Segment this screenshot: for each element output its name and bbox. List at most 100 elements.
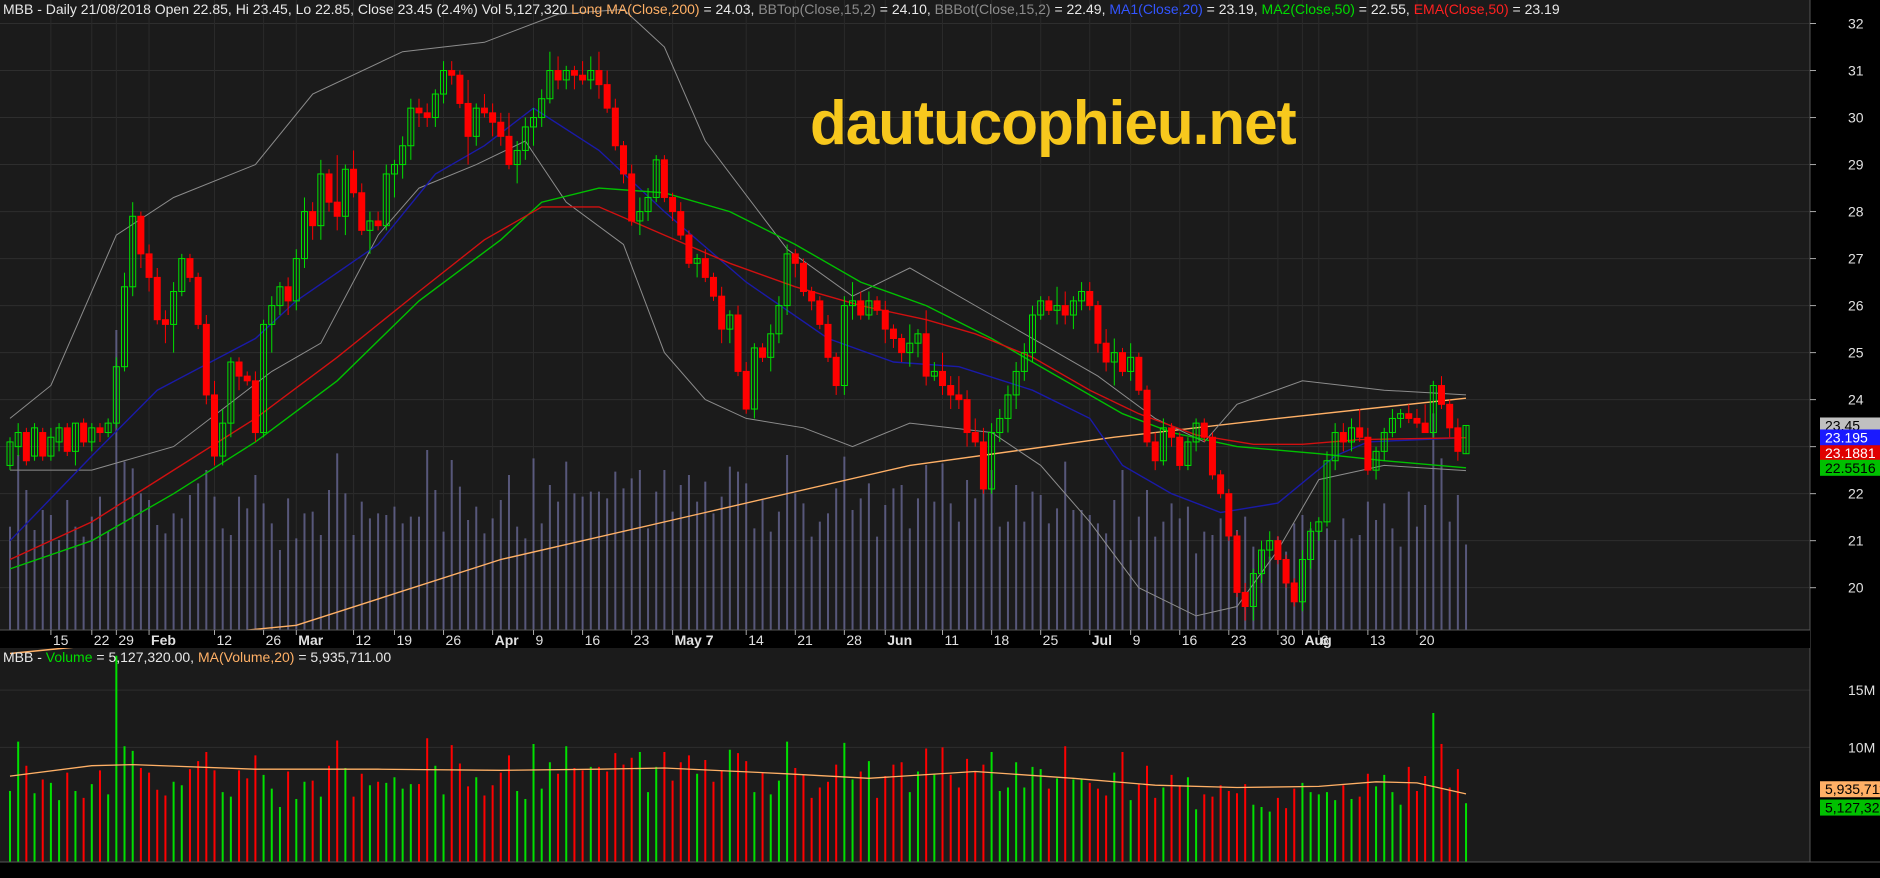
candle-body bbox=[660, 159, 668, 198]
candle-body bbox=[464, 102, 472, 137]
candle-body bbox=[669, 196, 677, 213]
time-tick-label: 16 bbox=[1182, 632, 1198, 648]
header-segment: MA2(Close,50) bbox=[1261, 1, 1355, 17]
header-segment: MA1(Close,20) bbox=[1109, 1, 1203, 17]
candle-body bbox=[1168, 427, 1176, 438]
header-segment: Volume bbox=[45, 649, 93, 665]
candle-body bbox=[816, 300, 824, 325]
time-tick-label: 22 bbox=[94, 632, 110, 648]
candle-body bbox=[799, 262, 807, 292]
time-tick-label: 15 bbox=[53, 632, 69, 648]
time-tick-label: 30 bbox=[1280, 632, 1296, 648]
candle-body bbox=[881, 309, 889, 330]
time-tick-label: 11 bbox=[945, 632, 960, 648]
time-tick-label: 14 bbox=[748, 632, 764, 648]
candle-body bbox=[63, 427, 71, 452]
price-tick-label: 26 bbox=[1848, 298, 1864, 314]
candle-body bbox=[1143, 389, 1151, 443]
candle-body bbox=[1217, 474, 1225, 495]
price-tick-label: 22 bbox=[1848, 486, 1864, 502]
candle-body bbox=[628, 173, 636, 222]
time-tick-label: 9 bbox=[536, 632, 544, 648]
candle-body bbox=[423, 112, 431, 119]
header-segment: MBB - bbox=[3, 649, 46, 665]
candle-body bbox=[1274, 540, 1282, 560]
candle-body bbox=[554, 70, 562, 81]
time-tick-label: 21 bbox=[797, 632, 813, 648]
header-segment: Long MA(Close,200) bbox=[571, 1, 700, 17]
candle-body bbox=[1045, 300, 1053, 311]
price-tick-label: 27 bbox=[1848, 251, 1864, 267]
time-tick-label: 16 bbox=[585, 632, 601, 648]
time-tick-label: 23 bbox=[634, 632, 650, 648]
time-tick-label: 18 bbox=[994, 632, 1010, 648]
header-segment: = 22.49, bbox=[1050, 1, 1110, 17]
candle-body bbox=[685, 234, 693, 264]
candle-body bbox=[595, 70, 603, 86]
candle-body bbox=[161, 319, 169, 325]
candle-body bbox=[1454, 427, 1462, 452]
candle-body bbox=[211, 394, 218, 457]
header-segment: = 24.03, bbox=[699, 1, 759, 17]
candle-body bbox=[1413, 417, 1421, 424]
candle-body bbox=[1135, 356, 1143, 391]
candle-body bbox=[186, 258, 194, 278]
header-segment: MBB - Daily 21/08/2018 Open 22.85, Hi 23… bbox=[3, 1, 572, 17]
candle-body bbox=[333, 201, 341, 217]
candle-body bbox=[971, 432, 979, 443]
candle-body bbox=[145, 253, 153, 278]
candle-body bbox=[22, 432, 30, 462]
candle-body bbox=[235, 361, 243, 377]
candle-body bbox=[1225, 493, 1233, 537]
candle-body bbox=[80, 422, 88, 443]
time-tick-label: 26 bbox=[446, 632, 462, 648]
candle-body bbox=[955, 394, 963, 401]
candle-body bbox=[358, 192, 366, 231]
candle-body bbox=[718, 295, 726, 330]
candle-body bbox=[1094, 305, 1102, 344]
price-tick-label: 25 bbox=[1848, 345, 1864, 361]
candle-body bbox=[1438, 385, 1445, 405]
candle-body bbox=[96, 427, 104, 434]
candle-body bbox=[39, 432, 47, 457]
time-tick-label: 20 bbox=[1419, 632, 1435, 648]
candle-body bbox=[1086, 290, 1094, 307]
candle-body bbox=[1421, 422, 1429, 434]
candle-body bbox=[791, 253, 799, 264]
candle-body bbox=[1339, 432, 1347, 443]
candle-body bbox=[1290, 582, 1298, 603]
candle-body bbox=[480, 107, 488, 114]
candle-body bbox=[153, 276, 161, 321]
candle-body bbox=[1176, 436, 1184, 466]
volume-marker-label: 5,935,711 bbox=[1825, 781, 1880, 797]
header-segment: = 23.19, bbox=[1202, 1, 1262, 17]
candle-body bbox=[350, 168, 358, 194]
candle-body bbox=[251, 380, 259, 434]
price-indicator-header: MBB - Daily 21/08/2018 Open 22.85, Hi 23… bbox=[3, 1, 1560, 17]
candle-body bbox=[284, 286, 292, 302]
candle-body bbox=[505, 135, 513, 166]
candle-body bbox=[309, 211, 317, 227]
candle-body bbox=[570, 70, 578, 76]
time-tick-label: Jul bbox=[1092, 632, 1112, 648]
time-tick-label: Feb bbox=[151, 632, 176, 648]
time-tick-label: 13 bbox=[1370, 632, 1386, 648]
candle-body bbox=[898, 338, 906, 354]
candle-body bbox=[759, 347, 767, 358]
candle-body bbox=[579, 74, 587, 81]
price-tick-label: 31 bbox=[1848, 63, 1864, 79]
candle-body bbox=[709, 276, 717, 297]
time-tick-label: Apr bbox=[495, 632, 520, 648]
volume-tick-label: 10M bbox=[1848, 739, 1875, 755]
candle-body bbox=[448, 70, 456, 76]
candle-body bbox=[1061, 305, 1069, 316]
price-marker-label: 22.5516 bbox=[1825, 460, 1876, 476]
header-segment: BBTop(Close,15,2) bbox=[758, 1, 876, 17]
price-tick-label: 28 bbox=[1848, 204, 1864, 220]
candle-body bbox=[1233, 535, 1241, 593]
candle-body bbox=[620, 145, 627, 175]
candle-body bbox=[677, 211, 685, 236]
time-tick-label: 6 bbox=[1321, 632, 1329, 648]
candle-body bbox=[1282, 558, 1290, 584]
watermark: dautucophieu.net bbox=[810, 89, 1297, 158]
